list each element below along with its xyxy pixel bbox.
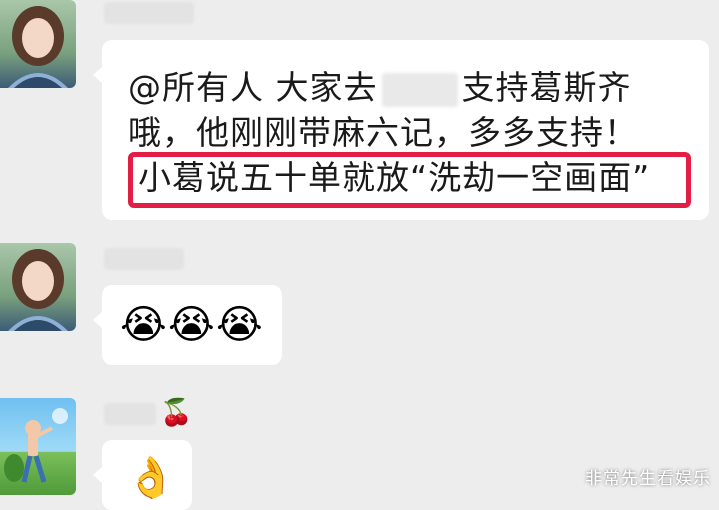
bubble-tail — [93, 311, 103, 329]
bubble-tail — [93, 466, 103, 484]
sender-name-redacted — [104, 403, 156, 425]
crying-emoji: 😭 — [120, 302, 167, 348]
message-line-2: 哦，他刚刚带麻六记，多多支持！ — [128, 113, 638, 152]
sender-name-redacted — [104, 248, 184, 270]
sender-avatar[interactable] — [0, 398, 76, 495]
ok-hand-emoji: 👌 — [126, 455, 176, 501]
watermark: 非常先生看娱乐 — [585, 469, 711, 489]
avatar-photo-woman — [8, 6, 68, 88]
sender-name-redacted — [104, 2, 194, 24]
avatar-cartoon — [4, 408, 68, 483]
sender-avatar[interactable] — [0, 0, 76, 88]
message-bubble-emoji[interactable]: 😭 😭 😭 — [93, 285, 282, 365]
crying-emoji: 😭 — [168, 302, 215, 348]
redacted-text — [381, 72, 458, 107]
highlight-box — [128, 152, 691, 208]
cherry-icon: 🍒 — [160, 398, 193, 428]
bubble-tail — [93, 66, 103, 84]
message-bubble-emoji[interactable]: 👌 — [93, 440, 192, 510]
message-line-1: @所有人 大家去 支持葛斯齐 — [128, 68, 632, 107]
crying-emoji: 😭 — [216, 302, 263, 348]
sender-avatar[interactable] — [0, 243, 76, 331]
message-bubble-text[interactable]: @所有人 大家去 支持葛斯齐 哦，他刚刚带麻六记，多多支持！ 小葛说五十单就放“洗… — [93, 40, 709, 220]
avatar-photo-woman — [8, 249, 68, 331]
